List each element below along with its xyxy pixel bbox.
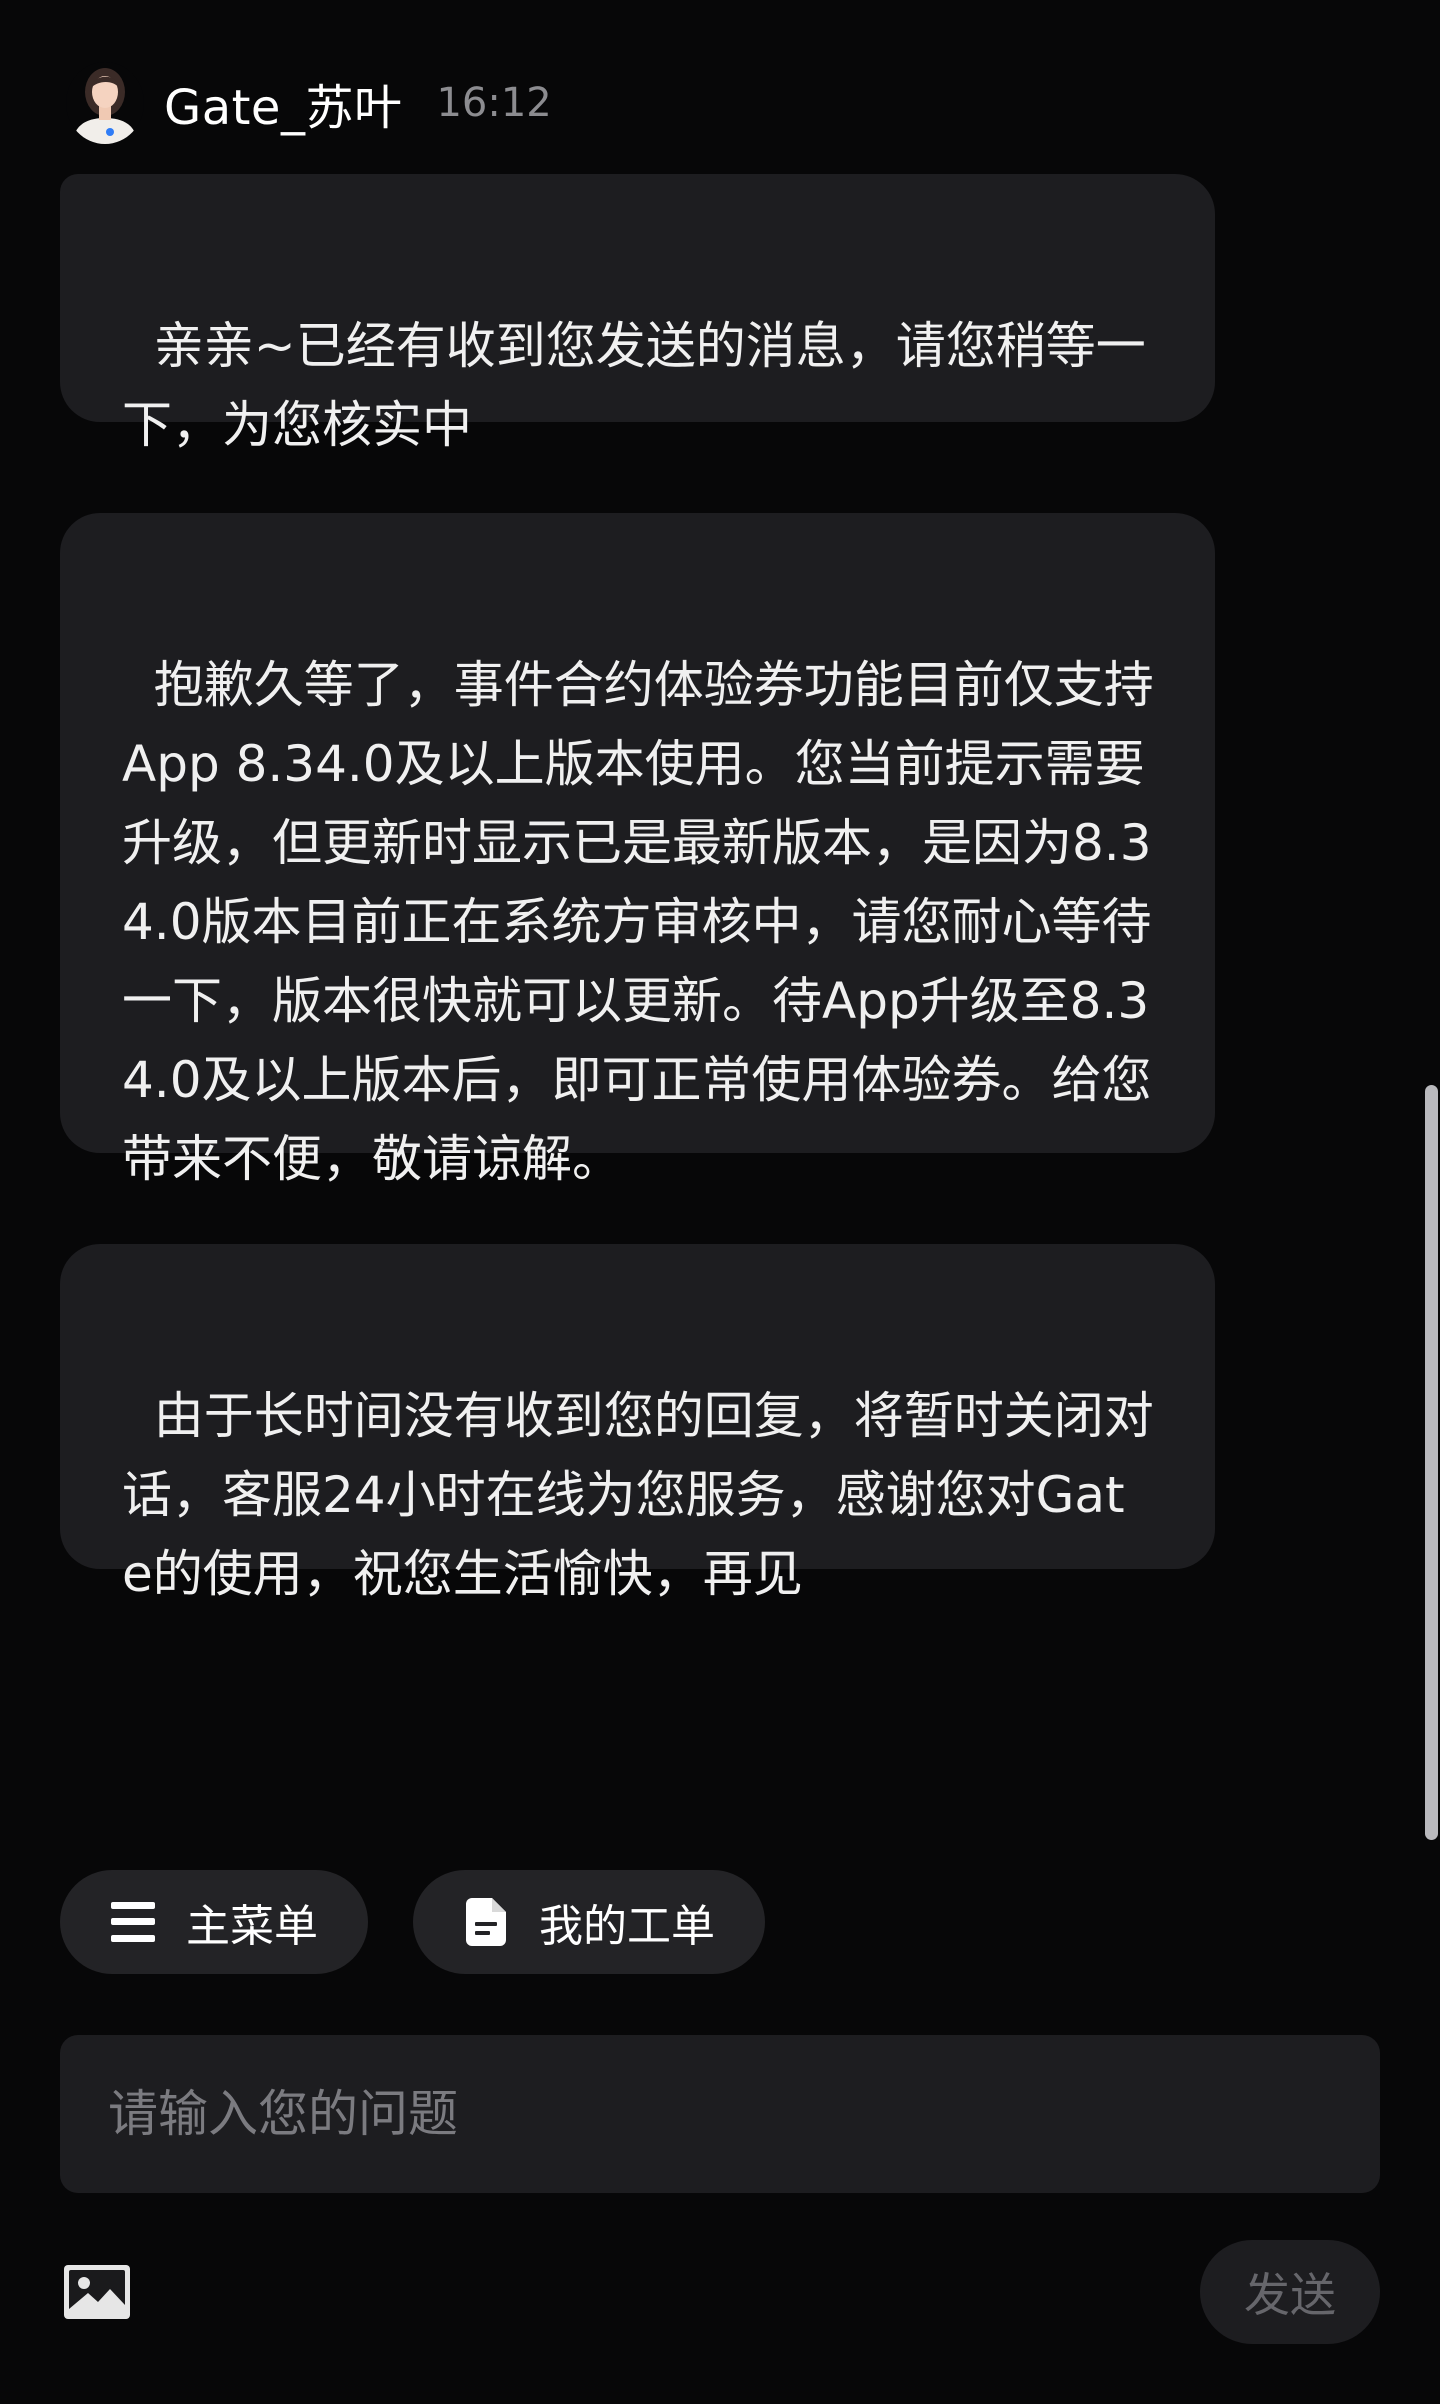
my-tickets-button[interactable]: 我的工单 [413, 1870, 765, 1974]
agent-avatar [66, 62, 144, 144]
image-upload-button[interactable] [64, 2265, 130, 2319]
chat-header: Gate_苏叶 16:12 [66, 58, 552, 148]
my-tickets-label: 我的工单 [539, 1901, 715, 1952]
message-text: 抱歉久等了，事件合约体验券功能目前仅支持App 8.34.0及以上版本使用。您当… [122, 656, 1154, 1188]
main-menu-button[interactable]: 主菜单 [60, 1870, 368, 1974]
agent-message-bubble: 抱歉久等了，事件合约体验券功能目前仅支持App 8.34.0及以上版本使用。您当… [60, 513, 1215, 1188]
image-icon [64, 2265, 130, 2319]
question-input[interactable] [60, 2035, 1380, 2193]
message-text: 亲亲~已经有收到您发送的消息，请您稍等一下，为您核实中 [122, 317, 1146, 454]
agent-name: Gate_苏叶 [164, 80, 403, 136]
message-timestamp: 16:12 [436, 80, 552, 126]
menu-icon [110, 1899, 156, 1945]
send-button-label: 发送 [1244, 2268, 1336, 2322]
agent-message-bubble: 亲亲~已经有收到您发送的消息，请您稍等一下，为您核实中 [60, 174, 1215, 454]
message-text: 由于长时间没有收到您的回复，将暂时关闭对话，客服24小时在线为您服务，感谢您对G… [122, 1387, 1154, 1603]
send-button[interactable]: 发送 [1200, 2240, 1380, 2344]
agent-message-bubble: 由于长时间没有收到您的回复，将暂时关闭对话，客服24小时在线为您服务，感谢您对G… [60, 1244, 1215, 1603]
chat-scrollbar[interactable] [1425, 1085, 1438, 1840]
main-menu-label: 主菜单 [186, 1901, 318, 1952]
document-icon [463, 1898, 509, 1946]
